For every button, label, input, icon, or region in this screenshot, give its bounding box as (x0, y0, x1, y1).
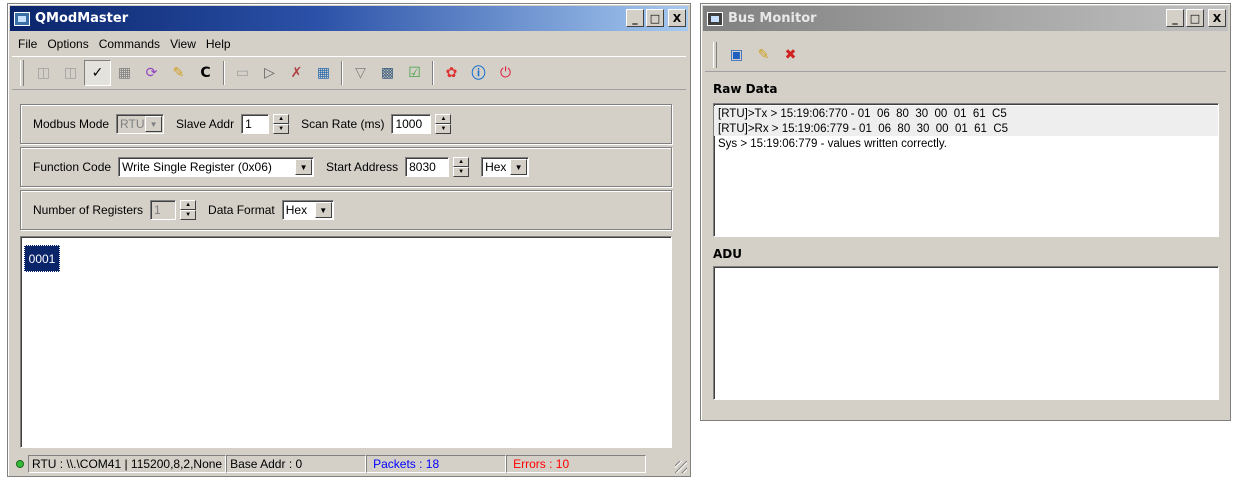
num-registers-label: Number of Registers (33, 203, 144, 217)
scan-rate-label: Scan Rate (ms) (301, 117, 385, 131)
raw-data-list[interactable]: [RTU]>Tx > 15:19:06:770 - 01 06 80 30 00… (713, 103, 1219, 237)
maximize-button[interactable]: □ (1186, 9, 1204, 27)
close-button[interactable]: X (1208, 9, 1226, 27)
chevron-down-icon[interactable]: ▼ (295, 159, 313, 175)
disconnect-icon[interactable]: ◫ (57, 60, 84, 86)
read-write-icon[interactable]: ▭ (229, 60, 256, 86)
start-address-label: Start Address (326, 160, 399, 174)
packets-counter: Packets : 18 (366, 455, 507, 473)
toolbar-separator (341, 61, 343, 85)
main-toolbar: ◫ ◫ ✓ ▦ ⟳ ✎ C ▭ ▷ ✗ ▦ ▽ ▩ ☑ ✿ ⓘ ⏻ (12, 56, 686, 90)
help-icon[interactable]: ✿ (438, 60, 465, 86)
slave-addr-stepper[interactable]: ▲ ▼ (273, 114, 290, 134)
function-code-combo[interactable]: Write Single Register (0x06) ▼ (118, 157, 315, 177)
connection-settings-group: Modbus Mode RTU ▼ Slave Addr 1 ▲ ▼ Scan R… (20, 104, 672, 144)
tcp-icon[interactable]: ▦ (111, 60, 138, 86)
adu-label: ADU (713, 247, 742, 261)
slave-addr-input[interactable]: 1 (241, 114, 270, 134)
tools-icon[interactable]: ▦ (310, 60, 337, 86)
chevron-down-icon[interactable]: ▼ (314, 202, 332, 218)
log-line[interactable]: [RTU]>Tx > 15:19:06:770 - 01 06 80 30 00… (714, 106, 1218, 121)
bus-monitor-toolbar: ▣ ✎ ✖ (705, 38, 1226, 72)
start-address-stepper[interactable]: ▲ ▼ (453, 157, 470, 177)
refresh-icon[interactable]: C (192, 60, 219, 86)
serial-icon[interactable]: ✓ (84, 60, 111, 86)
toolbar-grip[interactable] (20, 60, 24, 86)
menu-help[interactable]: Help (201, 37, 236, 51)
data-settings-group: Number of Registers 1 ▲ ▼ Data Format Hex… (20, 190, 672, 230)
modbus-mode-label: Modbus Mode (33, 117, 110, 131)
title-bar[interactable]: QModMaster _ □ X (10, 6, 688, 31)
bus-monitor-icon[interactable]: ✗ (283, 60, 310, 86)
register-table[interactable]: 0001 (20, 236, 672, 448)
adu-text[interactable] (713, 266, 1219, 400)
num-registers-stepper[interactable]: ▲ ▼ (180, 200, 197, 220)
minimize-button[interactable]: _ (1166, 9, 1184, 27)
log-line[interactable]: Sys > 15:19:06:779 - values written corr… (714, 136, 1218, 151)
base-addr-info: Base Addr : 0 (226, 455, 367, 473)
toolbar-separator (432, 61, 434, 85)
menu-bar: File Options Commands View Help (10, 33, 688, 55)
menu-file[interactable]: File (13, 37, 42, 51)
address-format-value: Hex (485, 160, 507, 174)
data-format-value: Hex (285, 203, 308, 217)
scan-rate-stepper[interactable]: ▲ ▼ (435, 114, 452, 134)
about-icon[interactable]: ⓘ (465, 60, 492, 86)
connection-info: RTU : \\.\COM41 | 115200,8,2,None (28, 455, 227, 473)
minimize-button[interactable]: _ (626, 9, 644, 27)
connection-status-icon (16, 460, 24, 468)
function-code-label: Function Code (33, 160, 112, 174)
reset-counters-icon[interactable]: ⟳ (138, 60, 165, 86)
scan-rate-input[interactable]: 1000 (391, 114, 432, 134)
exit-icon[interactable]: ⏻ (492, 60, 519, 86)
menu-view[interactable]: View (165, 37, 201, 51)
exit-icon[interactable]: ✖ (777, 42, 804, 68)
connect-icon[interactable]: ◫ (30, 60, 57, 86)
chevron-down-icon[interactable]: ▼ (145, 116, 163, 132)
debug-icon[interactable]: ☑ (401, 60, 428, 86)
qmodmaster-window: QModMaster _ □ X File Options Commands V… (7, 3, 691, 477)
bus-monitor-window: Bus Monitor _ □ X ▣ ✎ ✖ Raw Data [RTU]>T… (700, 3, 1231, 421)
address-format-combo[interactable]: Hex ▼ (481, 157, 530, 177)
register-cell[interactable]: 0001 (24, 245, 60, 272)
clear-icon[interactable]: ✎ (750, 42, 777, 68)
toolbar-grip[interactable] (713, 41, 717, 68)
settings-icon[interactable]: ▽ (347, 60, 374, 86)
toolbar-separator (223, 61, 225, 85)
data-format-combo[interactable]: Hex ▼ (281, 200, 334, 220)
errors-counter: Errors : 10 (506, 455, 647, 473)
menu-options[interactable]: Options (42, 37, 93, 51)
menu-commands[interactable]: Commands (94, 37, 165, 51)
title-bar[interactable]: Bus Monitor _ □ X (703, 6, 1228, 31)
window-title: QModMaster (35, 11, 129, 26)
data-format-label: Data Format (208, 203, 275, 217)
modbus-mode-combo[interactable]: RTU ▼ (116, 114, 165, 134)
num-registers-input[interactable]: 1 (150, 200, 177, 220)
log-icon[interactable]: ▩ (374, 60, 401, 86)
start-address-input[interactable]: 8030 (405, 157, 450, 177)
function-settings-group: Function Code Write Single Register (0x0… (20, 147, 672, 187)
slave-addr-label: Slave Addr (176, 117, 235, 131)
raw-data-label: Raw Data (713, 82, 778, 96)
close-button[interactable]: X (668, 9, 686, 27)
scan-icon[interactable]: ▷ (256, 60, 283, 86)
function-code-value: Write Single Register (0x06) (122, 160, 272, 174)
log-line[interactable]: [RTU]>Rx > 15:19:06:779 - 01 06 80 30 00… (714, 121, 1218, 136)
clear-icon[interactable]: ✎ (165, 60, 192, 86)
resize-grip-icon[interactable] (675, 461, 687, 473)
maximize-button[interactable]: □ (646, 9, 664, 27)
save-icon[interactable]: ▣ (723, 42, 750, 68)
status-bar: RTU : \\.\COM41 | 115200,8,2,None Base A… (10, 454, 688, 474)
window-title: Bus Monitor (728, 11, 817, 26)
monitor-icon (707, 11, 723, 26)
app-icon (14, 11, 30, 26)
chevron-down-icon[interactable]: ▼ (510, 159, 528, 175)
modbus-mode-value: RTU (120, 117, 145, 131)
